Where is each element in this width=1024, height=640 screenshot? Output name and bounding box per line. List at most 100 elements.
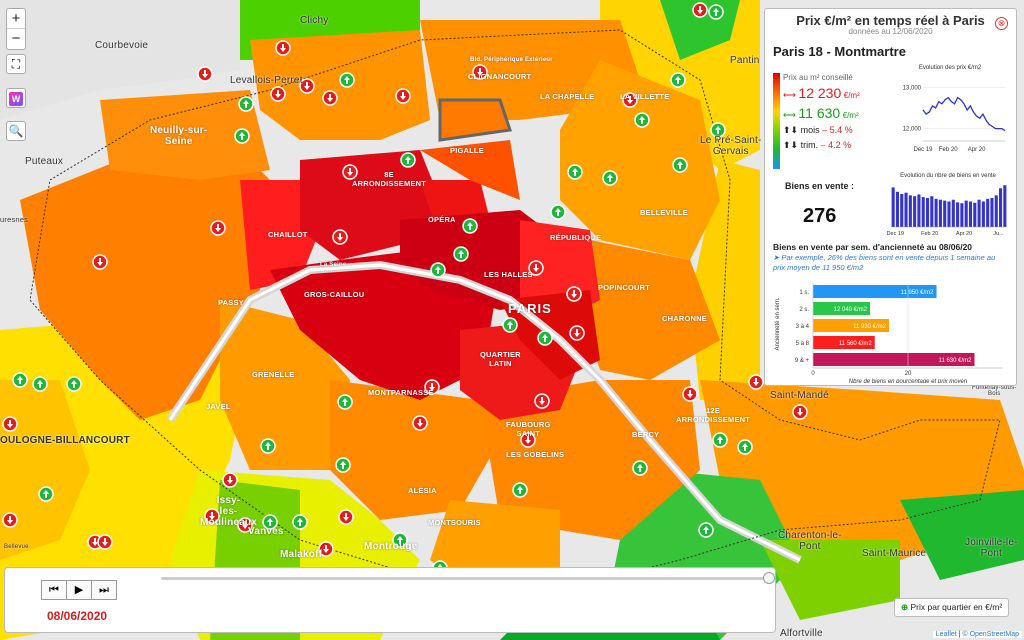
ventes-bar: [913, 196, 917, 227]
label-pre-saint-gervais: Le Pré-Saint- Gervais: [700, 135, 762, 157]
label-javel: JAVEL: [206, 402, 231, 411]
ventes-bar: [925, 197, 930, 227]
close-icon[interactable]: ⊗: [995, 17, 1008, 30]
label-popincourt: POPINCOURT: [598, 283, 651, 292]
fullscreen-button[interactable]: ⛶: [6, 54, 26, 74]
label-opera: OPÉRA: [428, 215, 456, 224]
label-fontenay: Fontenay-sous- Bois: [972, 385, 1017, 397]
label-la-seine: La Seine: [320, 262, 347, 268]
ventes-bar: [930, 196, 934, 227]
district-name: Paris 18 - Montmartre: [773, 44, 906, 59]
price-panel: Prix €/m² en temps réel à Paris données …: [764, 8, 1017, 386]
evol-x-tick: Feb 20: [939, 147, 958, 153]
label-levallois: Levallois-Perret: [230, 75, 303, 86]
ventes-chart: Dec 19 Feb 20 Apr 20 Ju...: [887, 185, 1007, 237]
biens-value: 276: [803, 205, 837, 227]
anciennete-title: Biens en vente par sem. d'ancienneté au …: [773, 242, 973, 252]
ventes-bar: [956, 202, 960, 227]
label-12e-arrondissement: 12E ARRONDISSEMENT: [676, 406, 751, 424]
label-faubourg-saint: FAUBOURG SAINT: [506, 420, 551, 438]
add-icon: ⊕: [901, 602, 909, 612]
skip-back-button[interactable]: ⏮: [41, 580, 67, 600]
ventes-bar: [990, 197, 994, 227]
ventes-x-tick: Apr 20: [956, 231, 972, 237]
label-montparnasse: MONTPARNASSE: [368, 388, 434, 397]
label-saint-mande: Saint-Mandé: [770, 390, 829, 401]
anc-x-tick: 20: [905, 371, 912, 377]
mois-row: ⬆⬇ mois – 5.4 %: [783, 125, 853, 135]
anc-category: 5 à 8: [796, 341, 810, 347]
label-clignancourt: CLIGNANCOURT: [468, 72, 532, 81]
label-pantin: Pantin: [730, 55, 760, 66]
panel-subtitle: données au 12/06/2020: [848, 27, 933, 36]
leaflet-link[interactable]: Leaflet: [936, 631, 957, 638]
label-suresnes: uresnes: [0, 215, 29, 224]
trim-label: trim.: [800, 140, 819, 150]
evol-prix-title: Evolution des prix €/m2: [918, 65, 982, 71]
label-boulogne-billancourt: OULOGNE-BILLANCOURT: [0, 435, 130, 446]
evol-x-tick: Dec 19: [913, 147, 933, 153]
price-low-unit: €/m²: [842, 111, 859, 120]
evol-y-tick: 12,000: [903, 127, 922, 133]
label-alesia: ALÉSIA: [408, 486, 437, 495]
label-les-halles: LES HALLES: [484, 270, 533, 279]
label-quartier-latin: QUARTIER LATIN: [480, 350, 521, 368]
ventes-bar: [986, 198, 990, 227]
label-clichy: Clichy: [300, 15, 329, 26]
skip-forward-button[interactable]: ⏭: [91, 580, 117, 600]
anc-x-axis-label: Nbre de biens en pourcentage et prix moy…: [849, 379, 968, 383]
playback-buttons: ⏮ ▶ ⏭: [41, 580, 117, 600]
label-bellevue: Bellevue: [4, 544, 29, 550]
label-bercy: BERCY: [632, 430, 660, 439]
anc-bar-label: 11 630 €/m2: [939, 358, 973, 364]
ventes-bar: [895, 191, 899, 227]
map-attribution: Leaflet | © OpenStreetMap: [932, 631, 1022, 638]
label-grenelle: GRENELLE: [252, 370, 295, 379]
zoom-in-button[interactable]: +: [7, 9, 25, 29]
label-malakoff: Malakoff: [280, 549, 323, 560]
brand-button[interactable]: W: [6, 88, 26, 108]
zoom-control: + −: [6, 8, 26, 50]
ventes-x-tick: Feb 20: [921, 231, 938, 237]
trim-value: – 4.2 %: [820, 140, 852, 150]
prix-par-quartier-button[interactable]: ⊕ Prix par quartier en €/m²: [894, 598, 1010, 617]
label-gros-caillou: GROS-CAILLOU: [304, 290, 365, 299]
label-la-chapelle: LA CHAPELLE: [540, 92, 595, 101]
ventes-bar: [994, 195, 998, 227]
osm-link[interactable]: © OpenStreetMap: [962, 631, 1019, 638]
label-belleville: BELLEVILLE: [640, 208, 688, 217]
ventes-title: Evolution du nbre de biens en vente: [900, 173, 996, 179]
timeline-control: ⏮ ▶ ⏭ 08/06/2020: [4, 567, 776, 633]
label-la-villette: LA VILLETTE: [620, 92, 670, 101]
anc-category: 2 s.: [799, 307, 809, 313]
label-bd-peripherique: Bld. Périphérique Extérieur: [470, 57, 553, 63]
panel-title: Prix €/m² en temps réel à Paris: [796, 13, 985, 28]
current-date: 08/06/2020: [47, 609, 108, 623]
ventes-bar: [951, 199, 955, 227]
label-charonne: CHARONNE: [662, 314, 707, 323]
ventes-x-tick: Dec 19: [887, 231, 904, 237]
search-button[interactable]: 🔍: [6, 121, 26, 141]
mois-value: – 5.4 %: [822, 125, 853, 135]
w-logo-icon: W: [9, 92, 23, 106]
anc-x-tick: 0: [811, 371, 815, 377]
anciennete-chart: Ancienneté en sem. 11 950 €/m2 1 s. 12 040 …: [775, 283, 1003, 383]
label-paris: PARIS: [508, 301, 552, 316]
label-puteaux: Puteaux: [25, 156, 64, 167]
ventes-bar: [1003, 185, 1007, 227]
timeline-thumb[interactable]: [763, 572, 775, 584]
zoom-out-button[interactable]: −: [7, 29, 25, 49]
anc-category: 3 à 4: [796, 324, 810, 330]
label-les-gobelins: LES GOBELINS: [506, 450, 565, 459]
label-issy: Issy- les- Moulineaux: [200, 495, 258, 528]
price-scale-bar: [773, 73, 780, 169]
evol-x-tick: Apr 20: [968, 147, 986, 153]
label-vanves: Vanves: [248, 526, 284, 537]
ventes-bar: [973, 202, 977, 227]
timeline-track[interactable]: [161, 577, 773, 580]
prix-label: Prix au m² conseillé: [783, 73, 853, 82]
play-button[interactable]: ▶: [66, 580, 92, 600]
ventes-bar: [968, 201, 973, 227]
label-8e-arrondissement: 8E ARRONDISSEMENT: [352, 170, 427, 188]
label-charenton: Charenton-le- Pont: [778, 530, 842, 552]
